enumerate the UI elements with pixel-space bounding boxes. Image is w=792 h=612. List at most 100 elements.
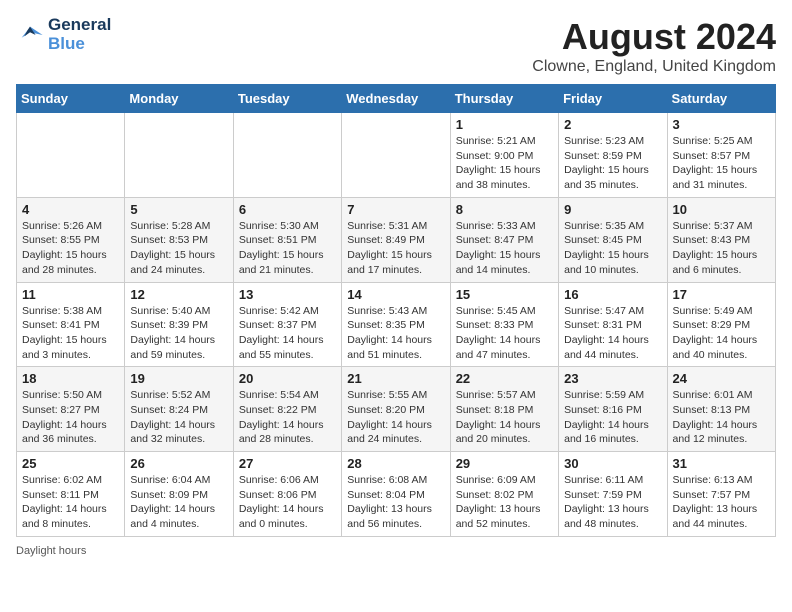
title-block: August 2024 Clowne, England, United King… xyxy=(532,16,776,76)
day-number: 8 xyxy=(456,202,553,217)
day-info: Sunrise: 6:11 AMSunset: 7:59 PMDaylight:… xyxy=(564,473,661,532)
day-number: 21 xyxy=(347,371,444,386)
footer-note: Daylight hours xyxy=(16,545,776,557)
calendar-cell: 29 Sunrise: 6:09 AMSunset: 8:02 PMDayligh… xyxy=(450,452,558,537)
calendar-week-row: 1Sunrise: 5:21 AMSunset: 9:00 PMDaylight… xyxy=(17,113,776,198)
calendar-cell xyxy=(125,113,233,198)
calendar-cell xyxy=(17,113,125,198)
day-of-week-header: Tuesday xyxy=(233,85,341,113)
day-number: 4 xyxy=(22,202,119,217)
day-info: Sunrise: 5:43 AMSunset: 8:35 PMDaylight:… xyxy=(347,304,444,363)
day-of-week-header: Friday xyxy=(559,85,667,113)
calendar-cell: 26 Sunrise: 6:04 AMSunset: 8:09 PMDayligh… xyxy=(125,452,233,537)
calendar-header-row: SundayMondayTuesdayWednesdayThursdayFrid… xyxy=(17,85,776,113)
day-number: 23 xyxy=(564,371,661,386)
day-number: 28 xyxy=(347,456,444,471)
calendar-cell: 16Sunrise: 5:47 AMSunset: 8:31 PMDayligh… xyxy=(559,282,667,367)
day-info: Sunrise: 5:31 AMSunset: 8:49 PMDaylight:… xyxy=(347,219,444,278)
calendar-cell: 22 Sunrise: 5:57 AMSunset: 8:18 PMDayligh… xyxy=(450,367,558,452)
day-number: 12 xyxy=(130,287,227,302)
day-of-week-header: Sunday xyxy=(17,85,125,113)
calendar-cell xyxy=(342,113,450,198)
calendar-week-row: 11Sunrise: 5:38 AMSunset: 8:41 PMDayligh… xyxy=(17,282,776,367)
day-info: Sunrise: 5:33 AMSunset: 8:47 PMDaylight:… xyxy=(456,219,553,278)
day-number: 27 xyxy=(239,456,336,471)
day-info: Sunrise: 6:09 AMSunset: 8:02 PMDaylight:… xyxy=(456,473,553,532)
day-of-week-header: Wednesday xyxy=(342,85,450,113)
day-number: 26 xyxy=(130,456,227,471)
calendar-cell: 15 Sunrise: 5:45 AMSunset: 8:33 PMDayligh… xyxy=(450,282,558,367)
day-number: 2 xyxy=(564,117,661,132)
day-info: Sunrise: 5:52 AMSunset: 8:24 PMDaylight:… xyxy=(130,388,227,447)
calendar-cell: 23 Sunrise: 5:59 AMSunset: 8:16 PMDayligh… xyxy=(559,367,667,452)
calendar-week-row: 18 Sunrise: 5:50 AMSunset: 8:27 PMDayligh… xyxy=(17,367,776,452)
calendar-cell: 27 Sunrise: 6:06 AMSunset: 8:06 PMDayligh… xyxy=(233,452,341,537)
calendar-cell: 18 Sunrise: 5:50 AMSunset: 8:27 PMDayligh… xyxy=(17,367,125,452)
day-info: Sunrise: 5:25 AMSunset: 8:57 PMDaylight:… xyxy=(673,134,770,193)
day-number: 24 xyxy=(673,371,770,386)
calendar-cell: 2 Sunrise: 5:23 AMSunset: 8:59 PMDaylight… xyxy=(559,113,667,198)
calendar-cell: 5 Sunrise: 5:28 AMSunset: 8:53 PMDaylight… xyxy=(125,197,233,282)
calendar-cell: 9Sunrise: 5:35 AMSunset: 8:45 PMDaylight… xyxy=(559,197,667,282)
logo: General Blue xyxy=(16,16,111,53)
day-info: Sunrise: 5:45 AMSunset: 8:33 PMDaylight:… xyxy=(456,304,553,363)
calendar-cell: 4 Sunrise: 5:26 AMSunset: 8:55 PMDaylight… xyxy=(17,197,125,282)
day-number: 31 xyxy=(673,456,770,471)
day-number: 11 xyxy=(22,287,119,302)
day-number: 1 xyxy=(456,117,553,132)
day-info: Sunrise: 5:40 AMSunset: 8:39 PMDaylight:… xyxy=(130,304,227,363)
calendar-cell: 17Sunrise: 5:49 AMSunset: 8:29 PMDayligh… xyxy=(667,282,775,367)
day-info: Sunrise: 5:28 AMSunset: 8:53 PMDaylight:… xyxy=(130,219,227,278)
day-info: Sunrise: 6:04 AMSunset: 8:09 PMDaylight:… xyxy=(130,473,227,532)
day-info: Sunrise: 5:54 AMSunset: 8:22 PMDaylight:… xyxy=(239,388,336,447)
day-info: Sunrise: 6:06 AMSunset: 8:06 PMDaylight:… xyxy=(239,473,336,532)
logo-icon xyxy=(16,21,44,49)
day-number: 9 xyxy=(564,202,661,217)
day-of-week-header: Saturday xyxy=(667,85,775,113)
calendar-cell: 8 Sunrise: 5:33 AMSunset: 8:47 PMDaylight… xyxy=(450,197,558,282)
calendar-cell: 19 Sunrise: 5:52 AMSunset: 8:24 PMDayligh… xyxy=(125,367,233,452)
day-number: 3 xyxy=(673,117,770,132)
day-number: 15 xyxy=(456,287,553,302)
day-number: 19 xyxy=(130,371,227,386)
calendar-week-row: 25Sunrise: 6:02 AMSunset: 8:11 PMDayligh… xyxy=(17,452,776,537)
day-number: 22 xyxy=(456,371,553,386)
calendar-cell: 1Sunrise: 5:21 AMSunset: 9:00 PMDaylight… xyxy=(450,113,558,198)
calendar-cell: 20Sunrise: 5:54 AMSunset: 8:22 PMDayligh… xyxy=(233,367,341,452)
day-number: 17 xyxy=(673,287,770,302)
month-year-title: August 2024 xyxy=(532,16,776,58)
day-info: Sunrise: 5:37 AMSunset: 8:43 PMDaylight:… xyxy=(673,219,770,278)
day-number: 30 xyxy=(564,456,661,471)
calendar-cell: 31Sunrise: 6:13 AMSunset: 7:57 PMDayligh… xyxy=(667,452,775,537)
day-info: Sunrise: 5:26 AMSunset: 8:55 PMDaylight:… xyxy=(22,219,119,278)
day-info: Sunrise: 5:57 AMSunset: 8:18 PMDaylight:… xyxy=(456,388,553,447)
day-number: 13 xyxy=(239,287,336,302)
calendar-cell: 25Sunrise: 6:02 AMSunset: 8:11 PMDayligh… xyxy=(17,452,125,537)
day-info: Sunrise: 5:59 AMSunset: 8:16 PMDaylight:… xyxy=(564,388,661,447)
day-of-week-header: Thursday xyxy=(450,85,558,113)
calendar-cell: 11Sunrise: 5:38 AMSunset: 8:41 PMDayligh… xyxy=(17,282,125,367)
calendar-cell: 3 Sunrise: 5:25 AMSunset: 8:57 PMDaylight… xyxy=(667,113,775,198)
day-info: Sunrise: 5:47 AMSunset: 8:31 PMDaylight:… xyxy=(564,304,661,363)
day-number: 18 xyxy=(22,371,119,386)
day-number: 14 xyxy=(347,287,444,302)
calendar-cell: 30 Sunrise: 6:11 AMSunset: 7:59 PMDayligh… xyxy=(559,452,667,537)
day-info: Sunrise: 5:42 AMSunset: 8:37 PMDaylight:… xyxy=(239,304,336,363)
day-info: Sunrise: 5:50 AMSunset: 8:27 PMDaylight:… xyxy=(22,388,119,447)
day-number: 6 xyxy=(239,202,336,217)
day-info: Sunrise: 5:23 AMSunset: 8:59 PMDaylight:… xyxy=(564,134,661,193)
calendar-cell: 6 Sunrise: 5:30 AMSunset: 8:51 PMDaylight… xyxy=(233,197,341,282)
calendar-cell: 24Sunrise: 6:01 AMSunset: 8:13 PMDayligh… xyxy=(667,367,775,452)
day-number: 5 xyxy=(130,202,227,217)
logo-line1: General xyxy=(48,16,111,35)
calendar-cell: 10Sunrise: 5:37 AMSunset: 8:43 PMDayligh… xyxy=(667,197,775,282)
calendar-cell: 14 Sunrise: 5:43 AMSunset: 8:35 PMDayligh… xyxy=(342,282,450,367)
logo-line2: Blue xyxy=(48,35,111,54)
calendar-cell: 28 Sunrise: 6:08 AMSunset: 8:04 PMDayligh… xyxy=(342,452,450,537)
calendar-cell xyxy=(233,113,341,198)
day-info: Sunrise: 5:30 AMSunset: 8:51 PMDaylight:… xyxy=(239,219,336,278)
calendar-cell: 12 Sunrise: 5:40 AMSunset: 8:39 PMDayligh… xyxy=(125,282,233,367)
day-info: Sunrise: 6:08 AMSunset: 8:04 PMDaylight:… xyxy=(347,473,444,532)
calendar-table: SundayMondayTuesdayWednesdayThursdayFrid… xyxy=(16,84,776,537)
day-number: 29 xyxy=(456,456,553,471)
